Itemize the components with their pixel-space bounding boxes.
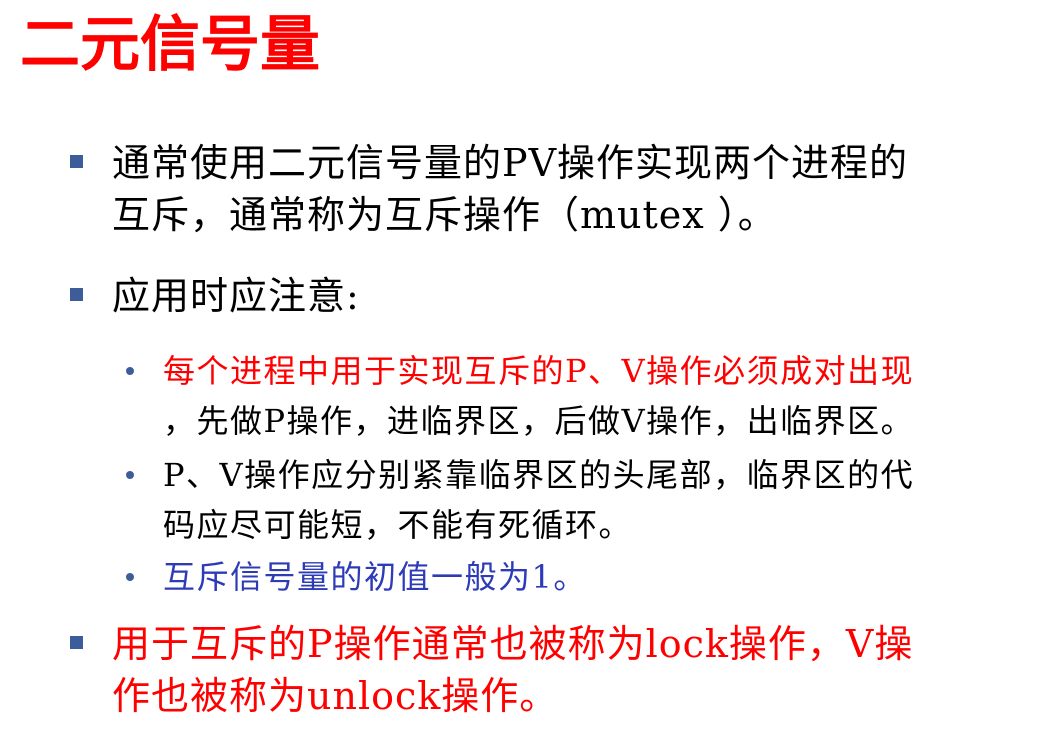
round-bullet-icon xyxy=(126,573,134,581)
bullet-1-text: 通常使用二元信号量的PV操作实现两个进程的 互斥，通常称为互斥操作（mutex … xyxy=(112,137,1037,241)
square-bullet-icon xyxy=(70,155,83,168)
square-bullet-icon xyxy=(70,636,83,649)
sub-bullet-3-text: 互斥信号量的初值一般为1。 xyxy=(163,558,587,596)
bullet-3-text: 用于互斥的P操作通常也被称为lock操作，V操 作也被称为unlock操作。 xyxy=(112,618,1037,722)
sub-bullet-1-line-1: 每个进程中用于实现互斥的P、V操作必须成对出现 xyxy=(163,352,915,390)
round-bullet-icon xyxy=(126,471,134,479)
bullet-1-line-2: 互斥，通常称为互斥操作（mutex ）。 xyxy=(112,193,777,237)
slide-title: 二元信号量 xyxy=(20,10,320,80)
square-bullet-icon xyxy=(70,288,83,301)
sub-bullet-1-line-2: ，先做P操作，进临界区，后做V操作，出临界区。 xyxy=(163,402,915,440)
bullet-2-text: 应用时应注意: xyxy=(112,274,360,318)
sub-bullet-2-line-1: P、V操作应分别紧靠临界区的头尾部，临界区的代 xyxy=(163,456,915,494)
round-bullet-icon xyxy=(126,367,134,375)
sub-bullet-2-line-2: 码应尽可能短，不能有死循环。 xyxy=(163,506,633,544)
sub-bullet-1-text: 每个进程中用于实现互斥的P、V操作必须成对出现 ，先做P操作，进临界区，后做V操… xyxy=(163,346,1035,446)
sub-bullet-2-text: P、V操作应分别紧靠临界区的头尾部，临界区的代 码应尽可能短，不能有死循环。 xyxy=(163,450,1035,550)
bullet-3-line-1: 用于互斥的P操作通常也被称为lock操作，V操 xyxy=(112,622,914,666)
bullet-1-line-1: 通常使用二元信号量的PV操作实现两个进程的 xyxy=(112,141,909,185)
bullet-3-line-2: 作也被称为unlock操作。 xyxy=(112,674,559,718)
